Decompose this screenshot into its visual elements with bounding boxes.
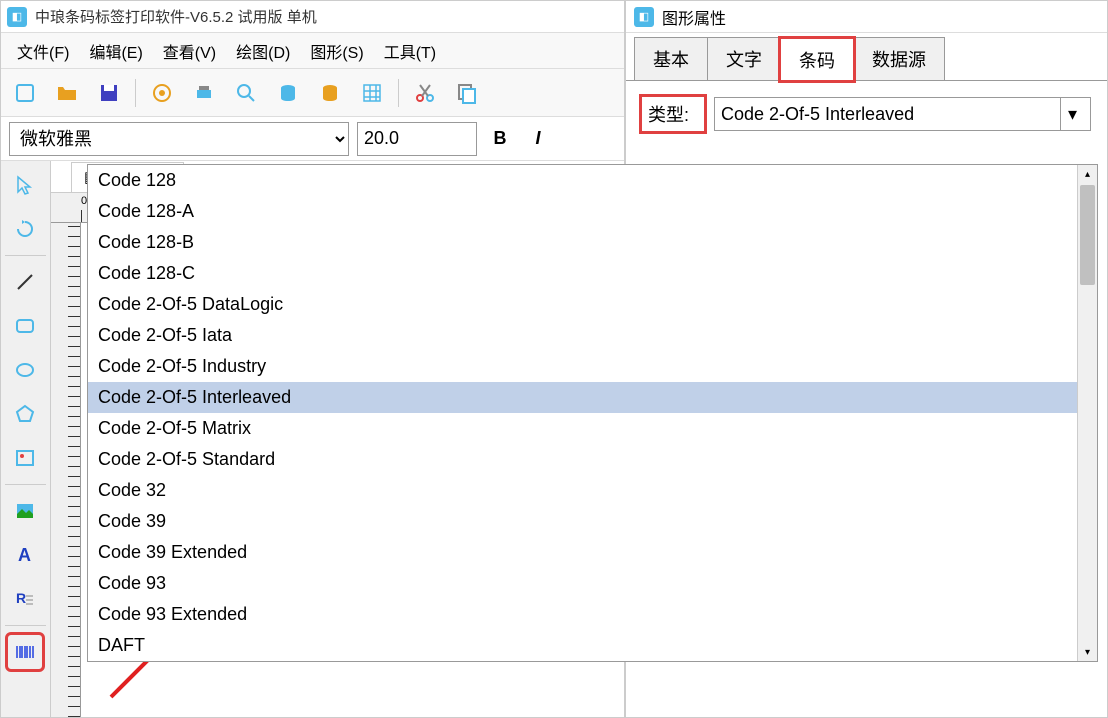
settings-button[interactable] bbox=[146, 77, 178, 109]
dropdown-option[interactable]: Code 2-Of-5 Standard bbox=[88, 444, 1097, 475]
dropdown-option[interactable]: Code 39 Extended bbox=[88, 537, 1097, 568]
rect-tool[interactable] bbox=[5, 306, 45, 346]
properties-title: 图形属性 bbox=[662, 5, 726, 29]
svg-text:R: R bbox=[16, 590, 26, 606]
dropdown-option[interactable]: Code 2-Of-5 Industry bbox=[88, 351, 1097, 382]
separator bbox=[398, 79, 399, 107]
properties-panel: ◧ 图形属性 基本 文字 条码 数据源 类型: Code 2-Of-5 Inte… bbox=[625, 0, 1108, 718]
font-name-select[interactable]: 微软雅黑 bbox=[9, 122, 349, 156]
bold-button[interactable]: B bbox=[485, 124, 515, 154]
type-label: 类型: bbox=[642, 97, 704, 131]
window-title: 中琅条码标签打印软件-V6.5.2 试用版 单机 bbox=[35, 6, 317, 27]
grid-button[interactable] bbox=[356, 77, 388, 109]
chevron-down-icon: ▾ bbox=[1060, 98, 1084, 130]
dropdown-option[interactable]: DAFT bbox=[88, 630, 1097, 661]
dropdown-option[interactable]: Code 32 bbox=[88, 475, 1097, 506]
picture-tool[interactable] bbox=[5, 491, 45, 531]
menu-shape[interactable]: 图形(S) bbox=[302, 35, 371, 67]
panel-icon: ◧ bbox=[634, 7, 654, 27]
barcode-type-select[interactable]: Code 2-Of-5 Interleaved ▾ bbox=[714, 97, 1091, 131]
scroll-down-icon[interactable]: ▾ bbox=[1078, 643, 1097, 661]
dropdown-option[interactable]: Code 2-Of-5 Iata bbox=[88, 320, 1097, 351]
italic-button[interactable]: I bbox=[523, 124, 553, 154]
scroll-up-icon[interactable]: ▴ bbox=[1078, 165, 1097, 183]
properties-tabs: 基本 文字 条码 数据源 bbox=[626, 33, 1107, 81]
open-button[interactable] bbox=[51, 77, 83, 109]
pointer-tool[interactable] bbox=[5, 165, 45, 205]
type-value: Code 2-Of-5 Interleaved bbox=[721, 104, 914, 125]
ellipse-tool[interactable] bbox=[5, 350, 45, 390]
tab-basic[interactable]: 基本 bbox=[634, 37, 708, 80]
richtext-tool[interactable]: R bbox=[5, 579, 45, 619]
dropdown-option[interactable]: Code 93 Extended bbox=[88, 599, 1097, 630]
barcode-tool[interactable] bbox=[5, 632, 45, 672]
separator bbox=[5, 625, 46, 626]
menu-draw[interactable]: 绘图(D) bbox=[228, 35, 298, 67]
database-button[interactable] bbox=[272, 77, 304, 109]
font-bar: 微软雅黑 B I bbox=[1, 117, 624, 161]
separator bbox=[5, 484, 46, 485]
text-tool[interactable]: A bbox=[5, 535, 45, 575]
separator bbox=[5, 255, 46, 256]
database2-button[interactable] bbox=[314, 77, 346, 109]
scroll-thumb[interactable] bbox=[1080, 185, 1095, 285]
tab-text[interactable]: 文字 bbox=[707, 37, 781, 80]
titlebar: ◧ 中琅条码标签打印软件-V6.5.2 试用版 单机 bbox=[1, 1, 624, 33]
image-tool[interactable] bbox=[5, 438, 45, 478]
svg-text:A: A bbox=[18, 545, 31, 565]
cut-button[interactable] bbox=[409, 77, 441, 109]
dropdown-option[interactable]: Code 128-A bbox=[88, 196, 1097, 227]
menu-file[interactable]: 文件(F) bbox=[9, 35, 77, 67]
vertical-ruler bbox=[51, 223, 81, 717]
new-button[interactable] bbox=[9, 77, 41, 109]
dropdown-option[interactable]: Code 2-Of-5 DataLogic bbox=[88, 289, 1097, 320]
menu-tool[interactable]: 工具(T) bbox=[376, 35, 444, 67]
dropdown-option[interactable]: Code 2-Of-5 Matrix bbox=[88, 413, 1097, 444]
rotate-tool[interactable] bbox=[5, 209, 45, 249]
dropdown-option[interactable]: Code 93 bbox=[88, 568, 1097, 599]
app-icon: ◧ bbox=[7, 7, 27, 27]
copy-button[interactable] bbox=[451, 77, 483, 109]
menubar: 文件(F) 编辑(E) 查看(V) 绘图(D) 图形(S) 工具(T) bbox=[1, 33, 624, 69]
properties-titlebar: ◧ 图形属性 bbox=[626, 1, 1107, 33]
dropdown-option[interactable]: Code 128 bbox=[88, 165, 1097, 196]
tab-datasource[interactable]: 数据源 bbox=[853, 37, 945, 80]
dropdown-scrollbar[interactable]: ▴ ▾ bbox=[1077, 165, 1097, 661]
polygon-tool[interactable] bbox=[5, 394, 45, 434]
properties-body: 类型: Code 2-Of-5 Interleaved ▾ 校验算 编码: 线宽… bbox=[626, 81, 1107, 163]
line-tool[interactable] bbox=[5, 262, 45, 302]
menu-edit[interactable]: 编辑(E) bbox=[81, 35, 150, 67]
font-size-input[interactable] bbox=[357, 122, 477, 156]
save-button[interactable] bbox=[93, 77, 125, 109]
print-button[interactable] bbox=[188, 77, 220, 109]
toolbar bbox=[1, 69, 624, 117]
dropdown-option[interactable]: Code 128-C bbox=[88, 258, 1097, 289]
tab-barcode[interactable]: 条码 bbox=[780, 38, 854, 81]
menu-view[interactable]: 查看(V) bbox=[155, 35, 224, 67]
separator bbox=[135, 79, 136, 107]
dropdown-option[interactable]: Code 39 bbox=[88, 506, 1097, 537]
preview-button[interactable] bbox=[230, 77, 262, 109]
barcode-type-dropdown: Code 128 Code 128-A Code 128-B Code 128-… bbox=[87, 164, 1098, 662]
dropdown-option[interactable]: Code 128-B bbox=[88, 227, 1097, 258]
side-toolbar: A R bbox=[1, 161, 51, 717]
dropdown-option[interactable]: Code 2-Of-5 Interleaved bbox=[88, 382, 1097, 413]
